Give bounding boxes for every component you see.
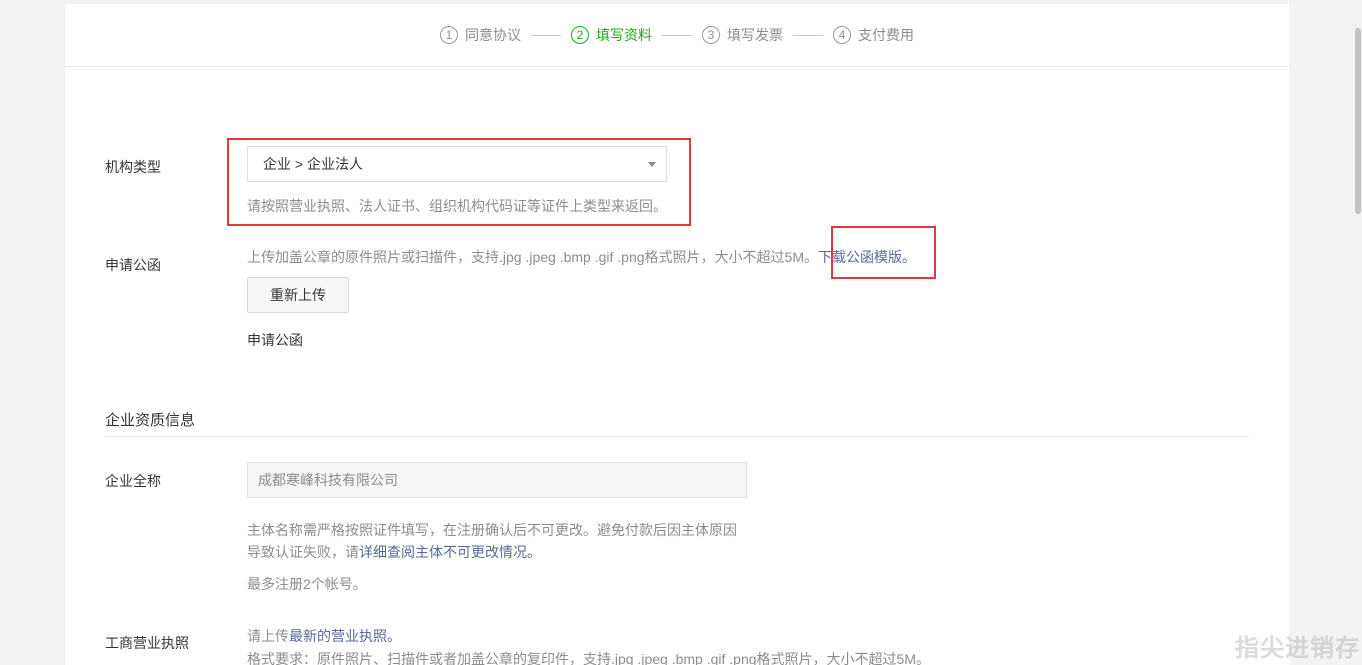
letter-hint-text: 上传加盖公章的原件照片或扫描件，支持.jpg .jpeg .bmp .gif .… xyxy=(247,249,818,265)
step-label: 填写发票 xyxy=(727,27,783,43)
license-hint-prefix: 请上传 xyxy=(247,628,289,644)
hint-prefix: 导致认证失败，请 xyxy=(247,544,359,560)
step-4: 4 支付费用 xyxy=(833,25,914,45)
step-3: 3 填写发票 xyxy=(702,25,783,45)
step-progress: 1 同意协议 2 填写资料 3 填写发票 4 支付费用 xyxy=(65,4,1289,67)
step-label: 填写资料 xyxy=(596,27,652,43)
org-type-hint: 请按照营业执照、法人证书、组织机构代码证等证件上类型来返回。 xyxy=(247,198,667,214)
watermark: 指尖进销存 xyxy=(1235,635,1360,662)
org-type-label: 机构类型 xyxy=(105,159,161,175)
step-1: 1 同意协议 xyxy=(440,25,521,45)
letter-label: 申请公函 xyxy=(105,257,161,273)
name-policy-link[interactable]: 详细查阅主体不可更改情况。 xyxy=(359,544,541,560)
company-name-input[interactable]: 成都寒峰科技有限公司 xyxy=(247,462,747,498)
company-section-title: 企业资质信息 xyxy=(105,412,196,429)
account-limit-note: 最多注册2个帐号。 xyxy=(247,576,367,592)
org-type-value: 企业 > 企业法人 xyxy=(263,156,363,172)
company-name-hint-line2: 导致认证失败，请详细查阅主体不可更改情况。 xyxy=(247,542,541,562)
scrollbar-thumb[interactable] xyxy=(1355,28,1361,214)
license-format-hint: 格式要求：原件照片、扫描件或者加盖公章的复印件，支持.jpg .jpeg .bm… xyxy=(247,651,930,665)
latest-license-link[interactable]: 最新的营业执照。 xyxy=(289,628,401,644)
section-divider xyxy=(105,436,1249,437)
scrollbar[interactable] xyxy=(1354,0,1362,665)
reupload-button[interactable]: 重新上传 xyxy=(247,277,349,313)
step-number-icon: 2 xyxy=(571,26,589,44)
uploaded-file-name: 申请公函 xyxy=(247,332,303,348)
step-connector xyxy=(793,34,823,36)
chevron-down-icon xyxy=(648,162,656,167)
company-name-hint-line1: 主体名称需严格按照证件填写，在注册确认后不可更改。避免付款后因主体原因 xyxy=(247,522,737,538)
step-number-icon: 3 xyxy=(702,26,720,44)
step-2: 2 填写资料 xyxy=(571,25,652,45)
license-label: 工商营业执照 xyxy=(105,635,189,651)
letter-hint: 上传加盖公章的原件照片或扫描件，支持.jpg .jpeg .bmp .gif .… xyxy=(247,247,916,267)
step-label: 支付费用 xyxy=(858,27,914,43)
license-hint: 请上传最新的营业执照。 xyxy=(247,626,401,646)
annotation-highlight-box xyxy=(831,226,936,279)
step-label: 同意协议 xyxy=(465,27,521,43)
form-card: 1 同意协议 2 填写资料 3 填写发票 4 支付费用 机构类型 企业 > 企业… xyxy=(65,4,1289,665)
step-number-icon: 4 xyxy=(833,26,851,44)
company-name-label: 企业全称 xyxy=(105,473,161,489)
step-connector xyxy=(531,34,561,36)
step-number-icon: 1 xyxy=(440,26,458,44)
step-connector xyxy=(662,34,692,36)
org-type-select[interactable]: 企业 > 企业法人 xyxy=(247,146,667,182)
